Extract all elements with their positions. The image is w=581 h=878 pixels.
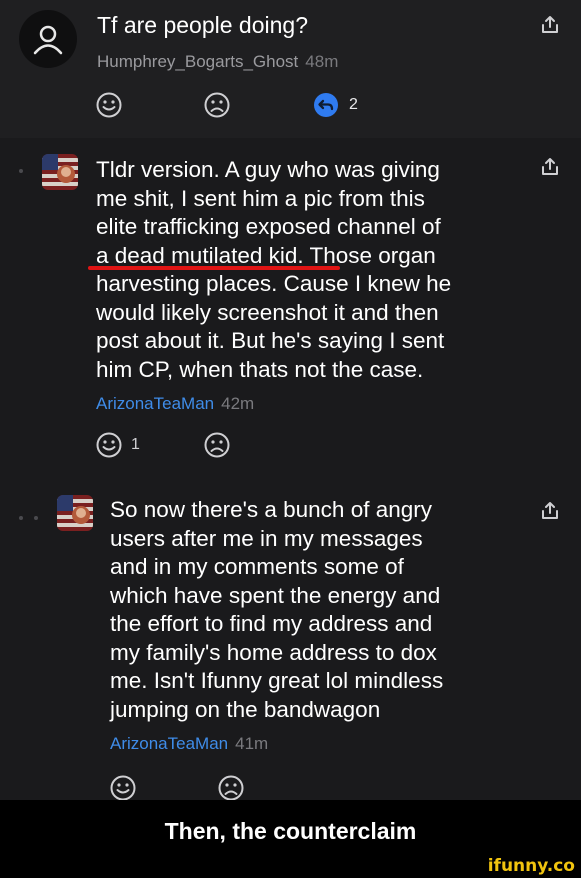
comment-line: my family's home address to dox bbox=[110, 639, 437, 665]
comment-username[interactable]: ArizonaTeaMan bbox=[96, 394, 214, 413]
frown-icon[interactable] bbox=[217, 774, 245, 800]
comment-line: elite trafficking exposed channel of bbox=[96, 214, 441, 239]
comment-line: jumping on the bandwagon bbox=[110, 696, 381, 722]
comment-line: me shit, I sent him a pic from this bbox=[96, 185, 425, 211]
comment-top: Tf are people doing? Humphrey_Bogarts_Gh… bbox=[0, 0, 581, 138]
comment-text: So now there's a bunch of angry users af… bbox=[110, 496, 443, 724]
comments-screen: Tf are people doing? Humphrey_Bogarts_Gh… bbox=[0, 0, 581, 800]
comment-line: Tldr version. A guy who was giving bbox=[96, 157, 440, 182]
comment-username[interactable]: ArizonaTeaMan bbox=[110, 734, 228, 753]
share-icon[interactable] bbox=[539, 500, 561, 522]
comment-time: 42m bbox=[221, 394, 255, 413]
comment-line: So now there's a bunch of angry bbox=[110, 497, 432, 522]
smile-icon[interactable] bbox=[109, 774, 137, 800]
user-icon bbox=[33, 25, 63, 55]
comment-time: 48m bbox=[305, 52, 339, 71]
reply-icon[interactable] bbox=[313, 92, 339, 118]
comment-line: the effort to find my address and bbox=[110, 611, 433, 636]
flag-avatar-icon bbox=[57, 495, 93, 531]
comment-meta: ArizonaTeaMan 42m bbox=[96, 394, 254, 414]
comment-line: me. Isn't Ifunny great lol mindless bbox=[110, 668, 444, 693]
smile-count: 1 bbox=[131, 436, 140, 453]
comment-meta: Humphrey_Bogarts_Ghost 48m bbox=[97, 52, 338, 72]
default-avatar[interactable] bbox=[19, 10, 77, 68]
smile-icon[interactable] bbox=[95, 91, 123, 119]
comment-text: Tldr version. A guy who was giving me sh… bbox=[96, 156, 451, 384]
frown-icon[interactable] bbox=[203, 91, 231, 119]
comment-line: which have spent the energy and bbox=[110, 582, 441, 608]
thread-indicator bbox=[19, 516, 23, 520]
comment-line: and in my comments some of bbox=[110, 554, 404, 579]
comment-line: post about it. But he's saying I sent bbox=[96, 328, 445, 353]
caption-text: Then, the counterclaim bbox=[164, 817, 417, 844]
comment-line: him CP, when thats not the case. bbox=[96, 356, 424, 382]
share-icon[interactable] bbox=[539, 14, 561, 36]
comment-meta: ArizonaTeaMan 41m bbox=[110, 734, 268, 754]
comment-line: would likely screenshot it and then bbox=[96, 299, 439, 325]
comment-line: harvesting places. Cause I knew he bbox=[96, 271, 452, 296]
smile-icon[interactable] bbox=[95, 431, 123, 459]
caption-bar: Then, the counterclaim bbox=[0, 800, 581, 862]
comment-reply-2: So now there's a bunch of angry users af… bbox=[0, 478, 581, 800]
comment-reply-1: Tldr version. A guy who was giving me sh… bbox=[0, 138, 581, 478]
comment-text: Tf are people doing? bbox=[97, 12, 308, 38]
reply-count: 2 bbox=[349, 96, 358, 113]
red-underline-annotation bbox=[88, 266, 340, 270]
comment-line: users after me in my messages bbox=[110, 525, 423, 551]
user-avatar[interactable] bbox=[42, 154, 78, 190]
ifunny-watermark: ifunny.co bbox=[487, 856, 575, 876]
share-icon[interactable] bbox=[539, 156, 561, 178]
frown-icon[interactable] bbox=[203, 431, 231, 459]
flag-avatar-icon bbox=[42, 154, 78, 190]
thread-indicator bbox=[19, 169, 23, 173]
thread-indicator bbox=[34, 516, 38, 520]
user-avatar[interactable] bbox=[57, 495, 93, 531]
comment-time: 41m bbox=[235, 734, 269, 753]
comment-username[interactable]: Humphrey_Bogarts_Ghost bbox=[97, 52, 298, 71]
